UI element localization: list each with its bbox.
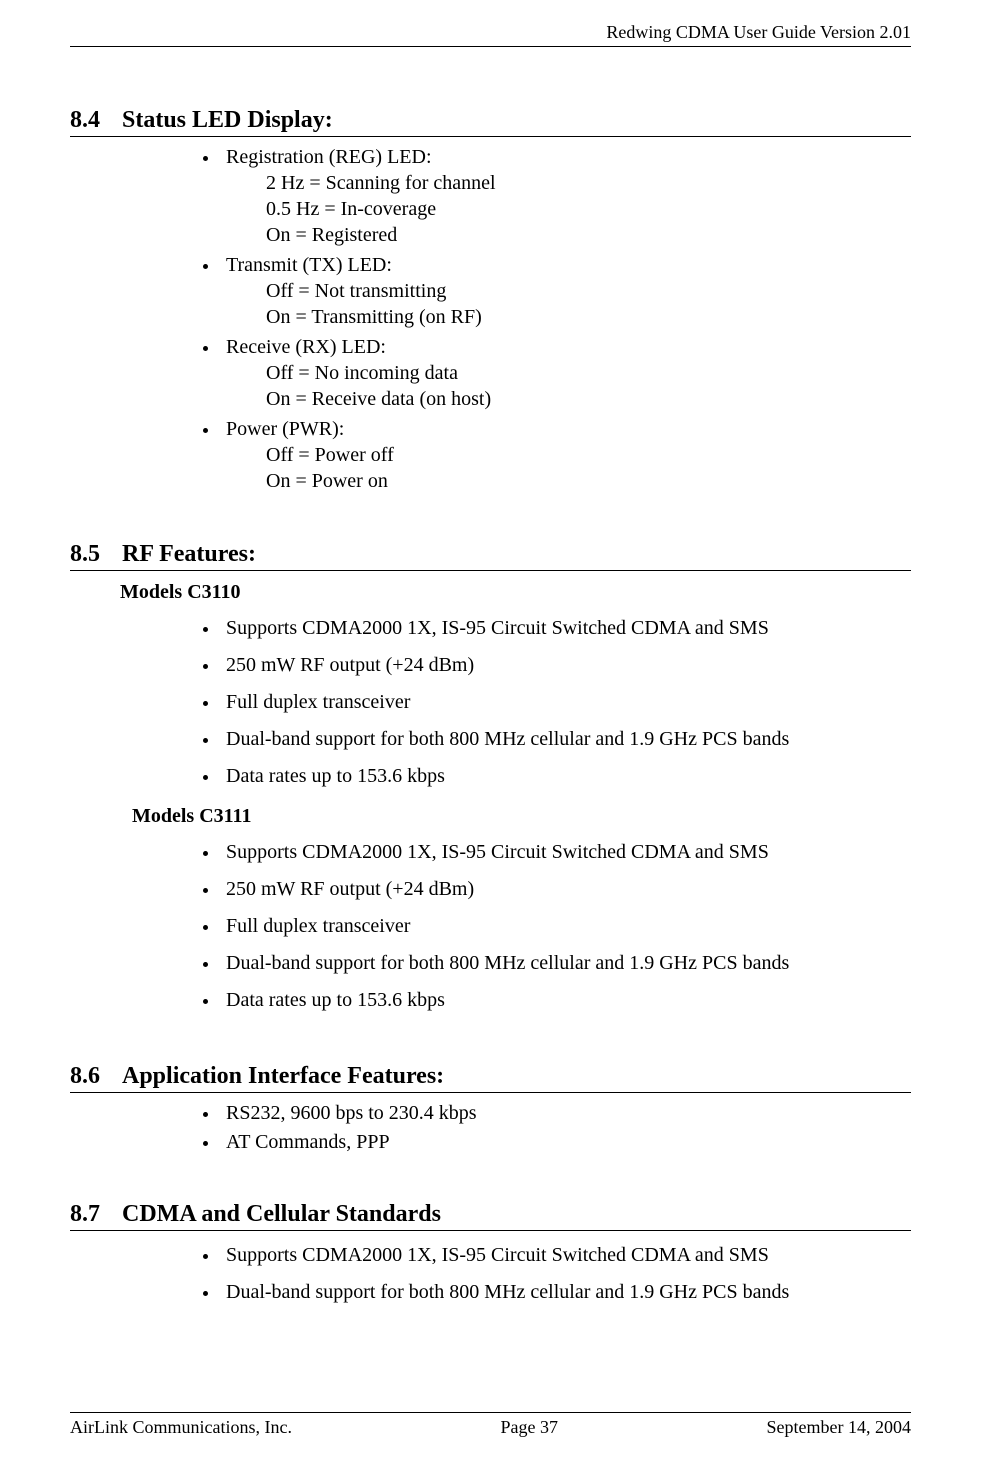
list-item: Dual-band support for both 800 MHz cellu… <box>220 1274 911 1311</box>
model-heading-c3111: Models C3111 <box>132 805 911 828</box>
list-item: Supports CDMA2000 1X, IS-95 Circuit Swit… <box>220 834 911 871</box>
page-footer: AirLink Communications, Inc. Page 37 Sep… <box>70 1412 911 1438</box>
list-item: 250 mW RF output (+24 dBm) <box>220 647 911 684</box>
footer-center: Page 37 <box>500 1417 558 1438</box>
section-heading-8-6: 8.6 Application Interface Features: <box>70 1063 911 1093</box>
sub-line: Off = Power off <box>266 443 911 468</box>
section-number: 8.6 <box>70 1063 122 1090</box>
list-item: Full duplex transceiver <box>220 684 911 721</box>
item-label: Transmit (TX) LED: <box>226 254 392 276</box>
section-title: CDMA and Cellular Standards <box>122 1201 441 1228</box>
sub-line: Off = Not transmitting <box>266 279 911 304</box>
list-item: AT Commands, PPP <box>220 1128 911 1157</box>
section-title: Status LED Display: <box>122 107 333 134</box>
list-item: Data rates up to 153.6 kbps <box>220 758 911 795</box>
bullet-list: RS232, 9600 bps to 230.4 kbps AT Command… <box>190 1099 911 1157</box>
sub-line: On = Power on <box>266 469 911 494</box>
section-title: Application Interface Features: <box>122 1063 444 1090</box>
list-item: Supports CDMA2000 1X, IS-95 Circuit Swit… <box>220 1237 911 1274</box>
bullet-list: Supports CDMA2000 1X, IS-95 Circuit Swit… <box>190 834 911 1019</box>
bullet-list: Registration (REG) LED: 2 Hz = Scanning … <box>190 143 911 497</box>
bullet-list: Supports CDMA2000 1X, IS-95 Circuit Swit… <box>190 1237 911 1311</box>
list-item: Transmit (TX) LED: Off = Not transmittin… <box>220 251 911 333</box>
section-number: 8.5 <box>70 541 122 568</box>
list-item: 250 mW RF output (+24 dBm) <box>220 871 911 908</box>
sub-line: Off = No incoming data <box>266 361 911 386</box>
item-label: Power (PWR): <box>226 418 344 440</box>
sub-line: 2 Hz = Scanning for channel <box>266 171 911 196</box>
header-right-text: Redwing CDMA User Guide Version 2.01 <box>606 22 911 42</box>
sub-line: On = Transmitting (on RF) <box>266 305 911 330</box>
page-header: Redwing CDMA User Guide Version 2.01 <box>70 22 911 47</box>
model-heading-c3110: Models C3110 <box>120 581 911 604</box>
item-label: Registration (REG) LED: <box>226 146 432 168</box>
footer-right: September 14, 2004 <box>767 1417 911 1438</box>
list-item: Dual-band support for both 800 MHz cellu… <box>220 721 911 758</box>
section-heading-8-5: 8.5 RF Features: <box>70 541 911 571</box>
sub-line: 0.5 Hz = In-coverage <box>266 197 911 222</box>
list-item: Supports CDMA2000 1X, IS-95 Circuit Swit… <box>220 610 911 647</box>
item-label: Receive (RX) LED: <box>226 336 386 358</box>
list-item: Dual-band support for both 800 MHz cellu… <box>220 945 911 982</box>
sub-line: On = Registered <box>266 223 911 248</box>
footer-left: AirLink Communications, Inc. <box>70 1417 292 1438</box>
list-item: Registration (REG) LED: 2 Hz = Scanning … <box>220 143 911 251</box>
section-heading-8-4: 8.4 Status LED Display: <box>70 107 911 137</box>
list-item: Receive (RX) LED: Off = No incoming data… <box>220 333 911 415</box>
section-number: 8.4 <box>70 107 122 134</box>
sub-line: On = Receive data (on host) <box>266 387 911 412</box>
section-heading-8-7: 8.7 CDMA and Cellular Standards <box>70 1201 911 1231</box>
list-item: Power (PWR): Off = Power off On = Power … <box>220 415 911 497</box>
bullet-list: Supports CDMA2000 1X, IS-95 Circuit Swit… <box>190 610 911 795</box>
section-number: 8.7 <box>70 1201 122 1228</box>
list-item: RS232, 9600 bps to 230.4 kbps <box>220 1099 911 1128</box>
section-title: RF Features: <box>122 541 256 568</box>
list-item: Full duplex transceiver <box>220 908 911 945</box>
list-item: Data rates up to 153.6 kbps <box>220 982 911 1019</box>
document-page: Redwing CDMA User Guide Version 2.01 8.4… <box>0 0 981 1470</box>
